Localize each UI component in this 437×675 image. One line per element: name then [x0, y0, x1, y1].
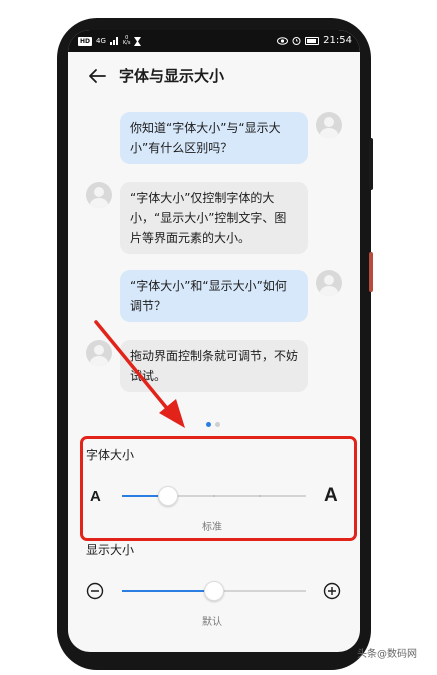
hd-badge: HD — [78, 36, 93, 46]
chat-bubble-answer-1: “字体大小”仅控制字体的大小，“显示大小”控制文字、图片等界面元素的大小。 — [120, 182, 308, 254]
display-size-slider[interactable] — [122, 581, 306, 601]
signal-icon — [109, 37, 118, 45]
chat-bubble-question-1: 你知道“字体大小”与“显示大小”有什么区别吗？ — [120, 112, 308, 164]
page-indicator — [206, 422, 220, 427]
alarm-icon — [292, 37, 301, 45]
back-arrow-icon[interactable] — [85, 64, 109, 88]
page-dot[interactable] — [215, 422, 220, 427]
increase-display-size-icon[interactable] — [323, 582, 341, 600]
status-bar: HD 4G 0 K/s 21:54 — [68, 30, 360, 52]
network-speed: 0 K/s — [122, 35, 131, 46]
app-bar: 字体与显示大小 — [68, 60, 360, 94]
page-dot-active[interactable] — [206, 422, 211, 427]
eye-icon — [277, 36, 289, 45]
signal-label: 4G — [96, 37, 106, 45]
watermark: 头条@数码网 — [357, 645, 417, 660]
display-size-label: 显示大小 — [86, 543, 135, 557]
display-size-caption: 默认 — [202, 617, 222, 628]
chat-bubble-answer-2: 拖动界面控制条就可调节，不妨试试。 — [120, 340, 308, 392]
chat-bubble-question-2: “字体大小”和“显示大小”如何调节？ — [120, 270, 308, 322]
phone-screen: HD 4G 0 K/s 21:54 字体与显示大小 你知道“字体大小”与“显示大… — [68, 30, 360, 652]
hourglass-icon — [134, 36, 142, 46]
battery-icon — [305, 36, 320, 45]
assistant-avatar-icon — [86, 182, 112, 208]
clock: 21:54 — [323, 35, 352, 46]
display-size-slider-fill — [122, 590, 214, 592]
display-size-slider-thumb[interactable] — [204, 581, 224, 601]
decrease-display-size-icon[interactable] — [86, 582, 104, 600]
user-avatar-icon — [316, 270, 342, 296]
assistant-avatar-icon — [86, 340, 112, 366]
watermark-text: 头条@数码网 — [357, 649, 417, 660]
user-avatar-icon — [316, 112, 342, 138]
phone-power-button — [369, 252, 373, 292]
annotation-highlight-box — [80, 436, 357, 541]
phone-volume-button — [369, 138, 373, 190]
page-title: 字体与显示大小 — [119, 67, 225, 85]
